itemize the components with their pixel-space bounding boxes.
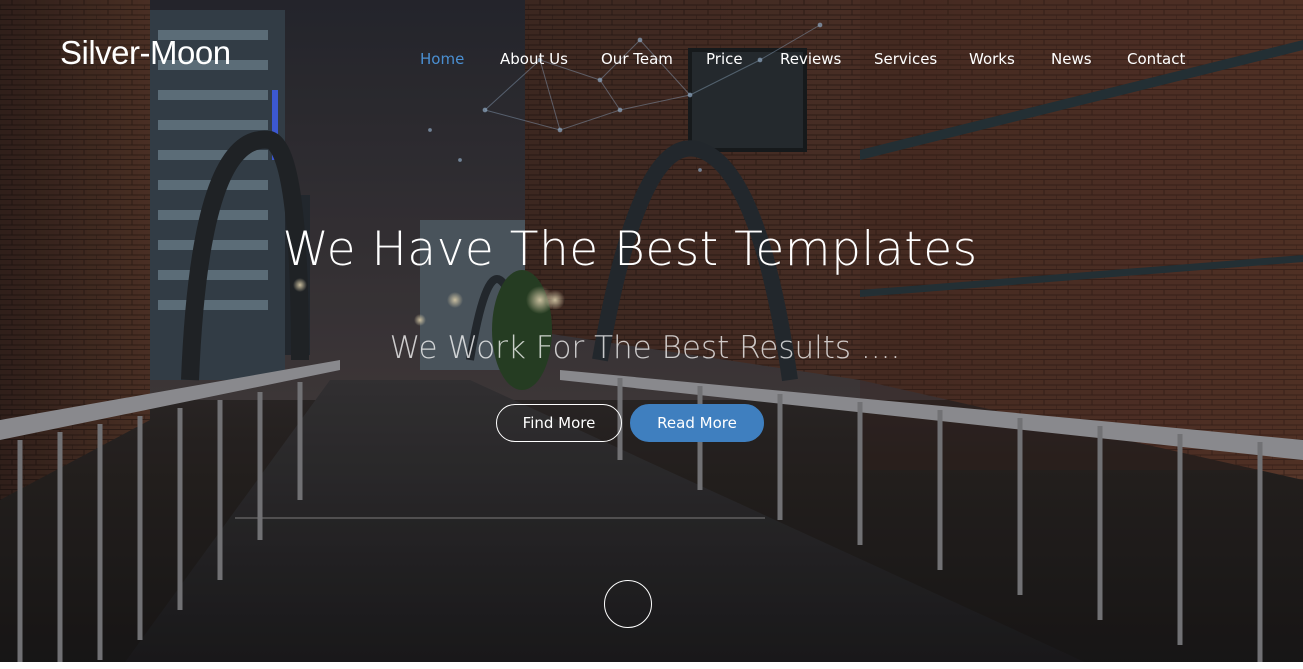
- main-navigation: Home About Us Our Team Price Reviews Ser…: [0, 50, 1303, 70]
- hero-headline: We Have The Best Templates: [282, 222, 978, 277]
- nav-item-about-us[interactable]: About Us: [500, 50, 568, 68]
- read-more-button[interactable]: Read More: [630, 404, 764, 442]
- nav-item-contact[interactable]: Contact: [1127, 50, 1185, 68]
- nav-item-works[interactable]: Works: [969, 50, 1015, 68]
- find-more-button[interactable]: Find More: [496, 404, 622, 442]
- nav-item-reviews[interactable]: Reviews: [780, 50, 841, 68]
- nav-item-home[interactable]: Home: [420, 50, 464, 68]
- nav-item-services[interactable]: Services: [874, 50, 937, 68]
- page-bottom-edge: [0, 662, 1303, 669]
- nav-item-news[interactable]: News: [1051, 50, 1092, 68]
- scroll-down-button[interactable]: [604, 580, 652, 628]
- hero-subline: We Work For The Best Results ....: [389, 330, 901, 366]
- nav-item-price[interactable]: Price: [706, 50, 743, 68]
- nav-item-our-team[interactable]: Our Team: [601, 50, 673, 68]
